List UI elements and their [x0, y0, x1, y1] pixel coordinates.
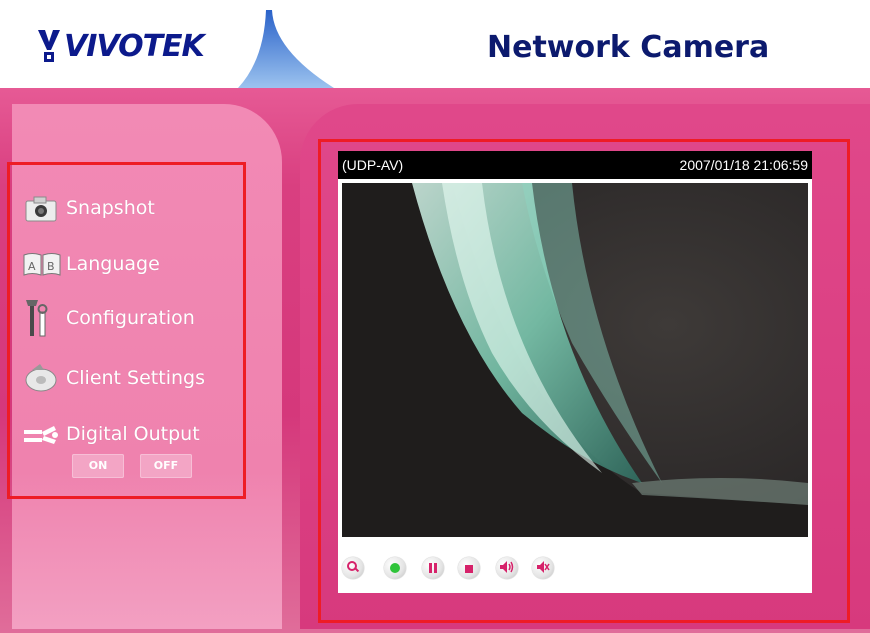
play-icon: [389, 559, 401, 578]
menu-item-label: Language: [66, 253, 160, 275]
mute-icon: [536, 559, 550, 578]
switch-icon: [22, 418, 66, 450]
video-timestamp: 2007/01/18 21:06:59: [679, 157, 808, 173]
svg-text:A: A: [28, 260, 36, 273]
zoom-icon: [346, 559, 360, 578]
video-caption-bar: (UDP-AV) 2007/01/18 21:06:59: [338, 151, 812, 179]
page-header: VIVOTEK Network Camera: [0, 0, 870, 88]
menu-item-snapshot[interactable]: Snapshot: [22, 192, 155, 224]
pause-button[interactable]: [422, 557, 444, 579]
menu-item-label: Snapshot: [66, 197, 155, 219]
live-video-stream[interactable]: [342, 183, 808, 537]
vivotek-logo: VIVOTEK: [36, 28, 205, 64]
play-button[interactable]: [384, 557, 406, 579]
menu-item-language[interactable]: A B Language: [22, 248, 160, 280]
menu-item-client-settings[interactable]: Client Settings: [22, 362, 205, 394]
pause-icon: [427, 559, 439, 578]
speaker-icon: [499, 559, 515, 578]
menu-item-configuration[interactable]: Configuration: [22, 300, 195, 337]
language-icon: A B: [22, 248, 66, 280]
mute-button[interactable]: [532, 557, 554, 579]
zoom-button[interactable]: [342, 557, 364, 579]
menu-item-digital-output: Digital Output: [22, 418, 200, 450]
video-viewer: (UDP-AV) 2007/01/18 21:06:59: [338, 151, 812, 593]
svg-text:B: B: [47, 260, 55, 273]
digital-output-off-button[interactable]: OFF: [140, 454, 192, 478]
disc-icon: [22, 362, 66, 394]
talk-button[interactable]: [496, 557, 518, 579]
stream-mode: (UDP-AV): [342, 157, 404, 173]
stop-icon: [464, 559, 474, 578]
logo-mark-icon: [36, 28, 62, 64]
menu-item-label: Client Settings: [66, 367, 205, 389]
tools-icon: [22, 300, 66, 337]
brand-name: VIVOTEK: [64, 28, 205, 64]
menu-item-label: Configuration: [66, 307, 195, 329]
header-decoration: [238, 10, 348, 94]
digital-output-on-button[interactable]: ON: [72, 454, 124, 478]
playback-controls: [338, 545, 812, 593]
page-title: Network Camera: [487, 30, 770, 65]
stop-button[interactable]: [458, 557, 480, 579]
camera-icon: [22, 192, 66, 224]
menu-item-label: Digital Output: [66, 423, 200, 445]
